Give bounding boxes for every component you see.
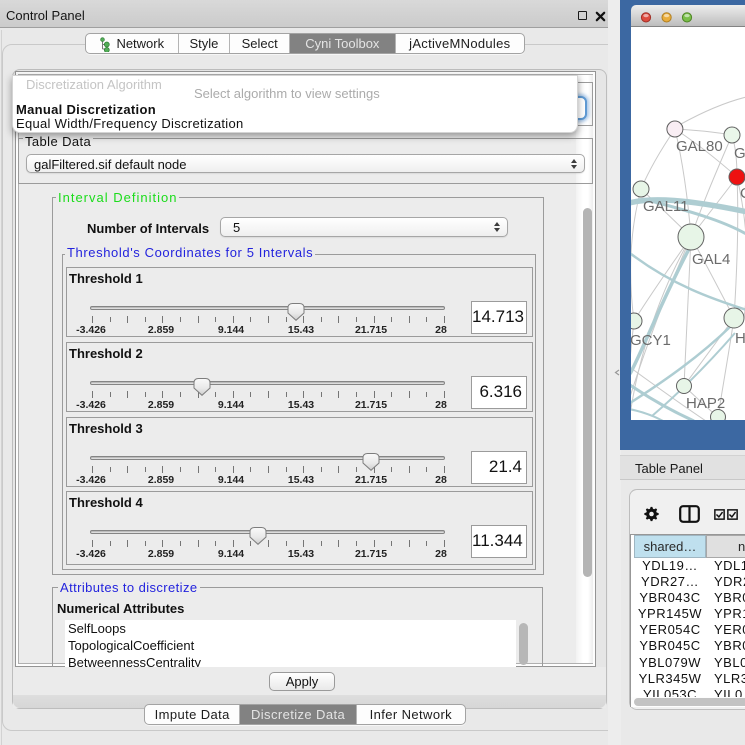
svg-text:H: H (735, 330, 745, 347)
svg-text:GA: GA (734, 145, 745, 162)
svg-text:GAL80: GAL80 (676, 138, 723, 155)
svg-text:GAL4: GAL4 (692, 251, 730, 268)
svg-text:GCY1: GCY1 (631, 332, 671, 349)
svg-text:C: C (740, 185, 745, 202)
svg-text:HAP2: HAP2 (686, 395, 725, 412)
svg-text:GAL11: GAL11 (643, 198, 689, 215)
